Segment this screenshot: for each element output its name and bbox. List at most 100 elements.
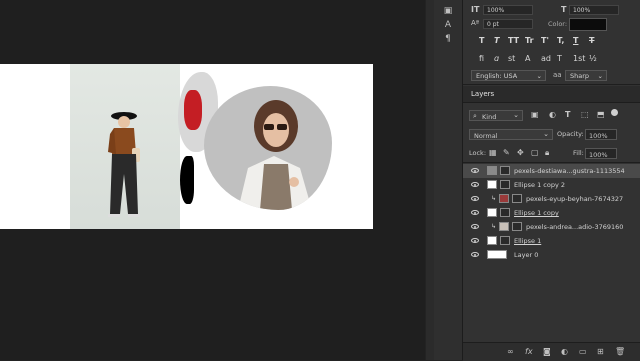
layer-name[interactable]: Ellipse 1 bbox=[514, 237, 541, 245]
opacity-value: 100% bbox=[589, 131, 608, 140]
eye-icon[interactable] bbox=[471, 223, 479, 231]
layer-thumbnail bbox=[487, 180, 497, 189]
character-panel: IT 100% T 100% Aª 0 pt Color: T T TT Tr … bbox=[463, 0, 640, 84]
adjustment-icon[interactable]: ◐ bbox=[561, 347, 568, 356]
layer-row[interactable]: ↳ pexels-eyup-beyhan-7674327 bbox=[463, 192, 640, 206]
ligature-icon[interactable]: fi bbox=[479, 54, 484, 63]
woman-hat-figure bbox=[108, 112, 140, 217]
horizontal-scale-icon: T bbox=[561, 5, 567, 14]
subscript-icon[interactable]: T, bbox=[557, 36, 564, 45]
history-icon[interactable]: ▣ bbox=[443, 6, 453, 16]
link-icon[interactable]: ∞ bbox=[507, 347, 514, 356]
layer-name[interactable]: Ellipse 1 copy 2 bbox=[514, 181, 565, 189]
baseline-shift-icon: Aª bbox=[471, 19, 480, 27]
filter-toggle-icon[interactable] bbox=[611, 109, 618, 116]
lock-position-icon[interactable]: ✥ bbox=[517, 148, 524, 157]
language-select[interactable]: English: USA ⌄ bbox=[471, 70, 546, 81]
photo-woman-hat bbox=[70, 64, 180, 229]
layer-row[interactable]: Ellipse 1 copy 2 bbox=[463, 178, 640, 192]
strikethrough-icon[interactable]: T bbox=[589, 36, 594, 45]
layers-panel-header[interactable]: Layers bbox=[463, 86, 640, 103]
layer-mask-icon bbox=[500, 236, 510, 245]
fill-field[interactable]: 100% bbox=[585, 148, 617, 159]
fill-value: 100% bbox=[589, 150, 608, 159]
smart-object-filter-icon[interactable]: ⬒ bbox=[597, 110, 605, 119]
fx-icon[interactable]: fx bbox=[525, 347, 533, 356]
antialias-value: Sharp bbox=[570, 72, 590, 80]
layer-name[interactable]: Ellipse 1 copy bbox=[514, 209, 559, 217]
document-canvas[interactable]: ✥ bbox=[0, 64, 373, 229]
layer-mask-icon bbox=[500, 180, 510, 189]
eye-icon[interactable] bbox=[471, 181, 479, 189]
type-filter-icon[interactable]: T bbox=[565, 110, 570, 119]
small-caps-icon[interactable]: Tr bbox=[525, 36, 534, 45]
horizontal-scale-field[interactable]: 100% bbox=[569, 5, 619, 15]
character-icon[interactable]: A bbox=[443, 20, 453, 30]
lock-pixels-icon[interactable]: ✎ bbox=[503, 148, 510, 157]
paragraph-icon[interactable]: ¶ bbox=[443, 34, 453, 44]
shape-filter-icon[interactable]: ⬚ bbox=[581, 110, 589, 119]
blend-mode-select[interactable]: Normal ⌄ bbox=[469, 129, 553, 140]
panel-icons-column: ▣ A ¶ bbox=[434, 0, 463, 360]
lock-transparent-icon[interactable]: ▦ bbox=[489, 148, 497, 157]
panel-separator bbox=[463, 84, 640, 85]
titling-alternates-icon[interactable]: T bbox=[557, 54, 562, 63]
photo-woman-sunglasses bbox=[204, 86, 332, 210]
adjustment-filter-icon[interactable]: ◐ bbox=[549, 110, 556, 119]
chevron-down-icon: ⌄ bbox=[513, 111, 519, 119]
smart-object-icon bbox=[512, 194, 522, 203]
pixel-filter-icon[interactable]: ▣ bbox=[531, 110, 539, 119]
opacity-field[interactable]: 100% bbox=[585, 129, 617, 140]
swash-icon[interactable]: A bbox=[525, 54, 530, 63]
trash-icon[interactable]: 🗑︎ bbox=[615, 347, 625, 356]
filter-kind-select[interactable]: ⌕ Kind ⌄ bbox=[469, 110, 523, 121]
eye-icon[interactable] bbox=[471, 251, 479, 259]
stylistic-alternates-icon[interactable]: ad bbox=[541, 54, 551, 63]
folder-icon[interactable]: ▭ bbox=[579, 347, 587, 356]
alternate-icon[interactable]: ɑ bbox=[494, 54, 499, 63]
chevron-down-icon: ⌄ bbox=[597, 72, 603, 80]
smart-object-icon bbox=[500, 166, 510, 175]
eye-icon[interactable] bbox=[471, 237, 479, 245]
color-label: Color: bbox=[548, 20, 568, 28]
fractions-icon[interactable]: ½ bbox=[589, 54, 597, 63]
color-swatch[interactable] bbox=[569, 18, 607, 31]
layer-thumbnail bbox=[487, 250, 507, 259]
faux-italic-icon[interactable]: T bbox=[494, 36, 499, 45]
layer-row[interactable]: Layer 0 bbox=[463, 248, 640, 262]
baseline-shift-field[interactable]: 0 pt bbox=[483, 19, 533, 29]
lock-artboard-icon[interactable]: ▢ bbox=[531, 148, 539, 157]
canvas-area[interactable]: ✥ bbox=[0, 0, 425, 360]
all-caps-icon[interactable]: TT bbox=[508, 36, 519, 45]
layer-thumbnail bbox=[487, 236, 497, 245]
layer-name[interactable]: pexels-destiawa...gustra-1113554 bbox=[514, 167, 625, 175]
eye-icon[interactable] bbox=[471, 167, 479, 175]
lock-label: Lock: bbox=[469, 149, 487, 157]
blend-mode-value: Normal bbox=[474, 131, 498, 140]
discretionary-ligature-icon[interactable]: st bbox=[508, 54, 515, 63]
layer-mask-icon bbox=[500, 208, 510, 217]
faux-bold-icon[interactable]: T bbox=[479, 36, 484, 45]
woman-sunglasses-figure bbox=[238, 100, 312, 210]
mask-icon[interactable]: ◙ bbox=[543, 347, 551, 356]
lock-all-icon[interactable]: 🔒︎ bbox=[545, 148, 549, 158]
underline-icon[interactable]: T bbox=[573, 36, 578, 45]
layers-title: Layers bbox=[471, 90, 495, 98]
layer-name[interactable]: Layer 0 bbox=[514, 251, 538, 259]
new-layer-icon[interactable]: ⊞ bbox=[597, 347, 604, 356]
layer-row[interactable]: Ellipse 1 bbox=[463, 234, 640, 248]
eye-icon[interactable] bbox=[471, 209, 479, 217]
layer-row[interactable]: ↳ pexels-andrea...adio-3769160 bbox=[463, 220, 640, 234]
eye-icon[interactable] bbox=[471, 195, 479, 203]
superscript-icon[interactable]: T' bbox=[541, 36, 549, 45]
layer-row[interactable]: Ellipse 1 copy bbox=[463, 206, 640, 220]
layer-row[interactable]: pexels-destiawa...gustra-1113554 bbox=[463, 164, 640, 178]
layer-name[interactable]: pexels-andrea...adio-3769160 bbox=[526, 223, 623, 231]
layer-name[interactable]: pexels-eyup-beyhan-7674327 bbox=[526, 195, 623, 203]
vertical-scale-field[interactable]: 100% bbox=[483, 5, 533, 15]
dock-divider[interactable] bbox=[426, 0, 434, 360]
ordinals-icon[interactable]: 1st bbox=[573, 54, 585, 63]
clip-arrow-icon: ↳ bbox=[491, 195, 497, 202]
clip-arrow-icon: ↳ bbox=[491, 223, 497, 230]
antialias-select[interactable]: Sharp ⌄ bbox=[565, 70, 607, 81]
